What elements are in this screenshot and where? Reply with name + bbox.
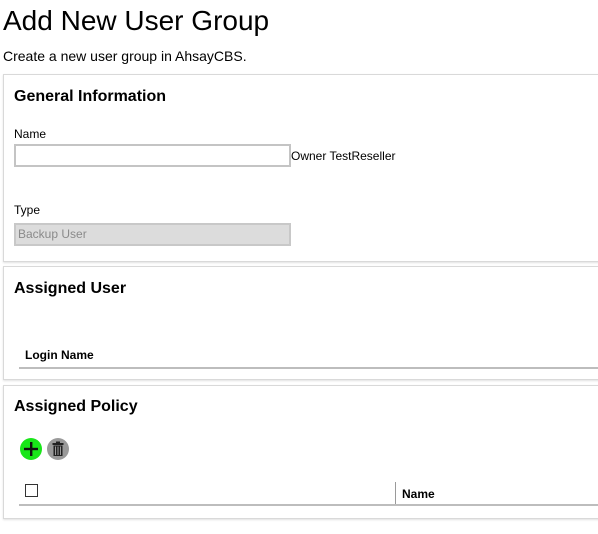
trash-icon (52, 441, 64, 456)
assigned-user-heading: Assigned User (14, 280, 127, 297)
assigned-user-panel: Assigned User Login Name (3, 266, 598, 380)
general-information-panel: General Information Name Owner TestResel… (3, 74, 598, 262)
column-divider[interactable] (395, 482, 396, 504)
plus-circle-icon (24, 442, 38, 456)
type-field: Backup User (14, 223, 291, 246)
name-input[interactable] (14, 144, 291, 167)
assigned-user-table-header: Login Name (19, 343, 598, 369)
page-subtitle: Create a new user group in AhsayCBS. (3, 48, 247, 64)
login-name-column-header[interactable]: Login Name (25, 348, 94, 362)
delete-policy-button[interactable] (47, 438, 69, 460)
assigned-policy-heading: Assigned Policy (14, 398, 138, 415)
assigned-policy-table-header: Name (19, 480, 598, 506)
add-policy-button[interactable] (20, 438, 42, 460)
page-title: Add New User Group (3, 5, 270, 36)
type-label: Type (14, 203, 41, 217)
policy-name-column-header[interactable]: Name (402, 487, 435, 501)
general-information-heading: General Information (14, 88, 167, 105)
owner-text: Owner TestReseller (291, 149, 396, 163)
name-label: Name (14, 127, 47, 141)
assigned-policy-panel: Assigned Policy Name (3, 385, 598, 519)
select-all-checkbox[interactable] (25, 484, 38, 497)
